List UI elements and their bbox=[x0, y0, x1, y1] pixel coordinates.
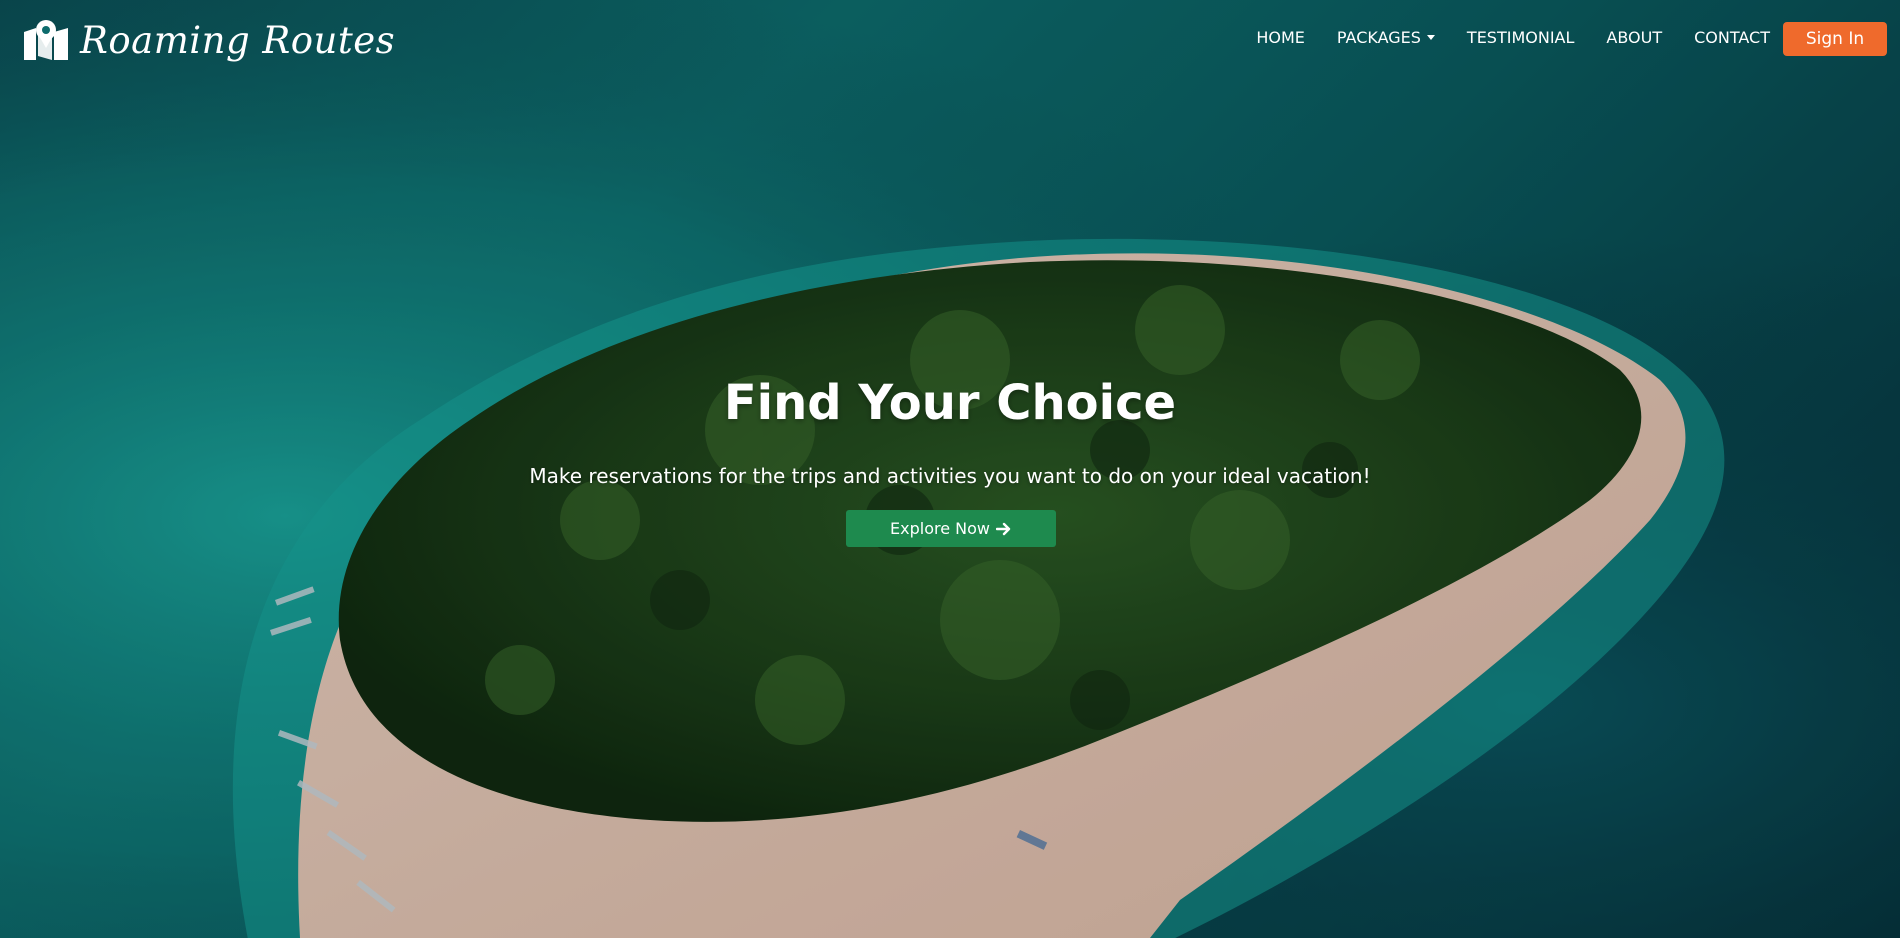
hero-subtitle: Make reservations for the trips and acti… bbox=[529, 464, 1371, 488]
nav-about-link[interactable]: ABOUT bbox=[1606, 28, 1662, 47]
nav-testimonial-link[interactable]: TESTIMONIAL bbox=[1467, 28, 1574, 47]
nav-packages-label: PACKAGES bbox=[1336, 28, 1421, 47]
sign-in-button[interactable]: Sign In bbox=[1783, 22, 1887, 56]
brand-name: Roaming Routes bbox=[80, 18, 396, 62]
explore-now-label: Explore Now bbox=[890, 519, 990, 538]
nav-menu: HOME PACKAGES TESTIMONIAL ABOUT CONTACT bbox=[1256, 28, 1770, 47]
map-marker-icon bbox=[24, 20, 68, 60]
nav-packages-dropdown[interactable]: PACKAGES bbox=[1337, 28, 1435, 47]
caret-down-icon bbox=[1426, 35, 1435, 40]
nav-contact-link[interactable]: CONTACT bbox=[1694, 28, 1770, 47]
explore-now-button[interactable]: Explore Now bbox=[846, 510, 1056, 547]
hero-section: Roaming Routes HOME PACKAGES TESTIMONIAL… bbox=[0, 0, 1900, 938]
brand-logo[interactable]: Roaming Routes bbox=[22, 18, 395, 62]
navbar: Roaming Routes HOME PACKAGES TESTIMONIAL… bbox=[0, 0, 1900, 84]
arrow-right-icon bbox=[995, 522, 1011, 535]
hero-title: Find Your Choice bbox=[723, 375, 1177, 431]
nav-home-link[interactable]: HOME bbox=[1256, 28, 1305, 47]
